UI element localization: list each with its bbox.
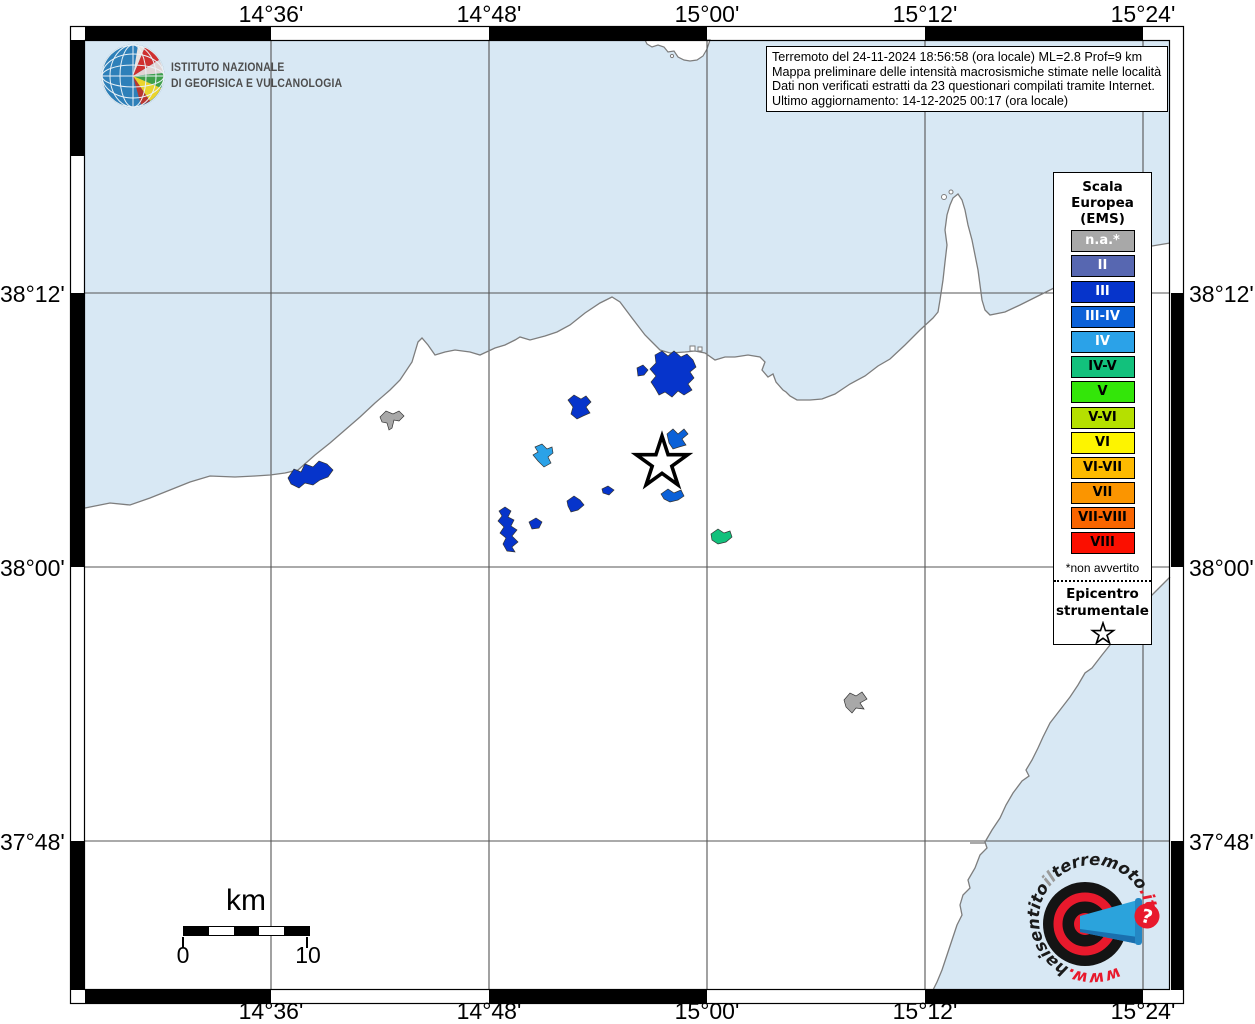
intensity-legend: Scala Europea (EMS) n.a.* II III III-IV … bbox=[1053, 172, 1152, 645]
axis-label-right: 37°48' bbox=[1189, 829, 1255, 856]
legend-epicenter-label: Epicentro strumentale bbox=[1054, 586, 1151, 619]
legend-swatch-vii-viii: VII-VIII bbox=[1071, 507, 1135, 529]
axis-label-bottom: 14°48' bbox=[439, 998, 539, 1024]
islet-dot bbox=[670, 54, 673, 57]
axis-label-bottom: 15°12' bbox=[875, 998, 975, 1024]
ingv-institute-name: ISTITUTO NAZIONALE DI GEOFISICA E VULCAN… bbox=[171, 60, 342, 92]
legend-swatch-vii: VII bbox=[1071, 482, 1135, 504]
info-line-map: Mappa preliminare delle intensità macros… bbox=[772, 65, 1162, 80]
axis-label-top: 14°48' bbox=[439, 1, 539, 28]
legend-swatch-iv-v: IV-V bbox=[1071, 356, 1135, 378]
legend-swatch-iii: III bbox=[1071, 281, 1135, 303]
town-polygon bbox=[650, 351, 696, 397]
scale-label-end: 10 bbox=[286, 942, 330, 969]
legend-swatch-viii: VIII bbox=[1071, 532, 1135, 554]
axis-label-bottom: 15°24' bbox=[1093, 998, 1193, 1024]
scale-bar-unit: km bbox=[206, 884, 286, 918]
earthquake-info-box: Terremoto del 24-11-2024 18:56:58 (ora l… bbox=[766, 46, 1168, 112]
axis-label-right: 38°12' bbox=[1189, 281, 1255, 308]
axis-label-right: 38°00' bbox=[1189, 555, 1255, 582]
scale-bar bbox=[183, 926, 310, 936]
ingv-name-line1: ISTITUTO NAZIONALE bbox=[171, 60, 342, 76]
legend-swatch-na: n.a.* bbox=[1071, 230, 1135, 252]
axis-label-left: 37°48' bbox=[0, 829, 64, 856]
axis-label-top: 14°36' bbox=[221, 1, 321, 28]
axis-label-top: 15°00' bbox=[657, 1, 757, 28]
legend-epicenter-star-icon bbox=[1090, 621, 1116, 645]
ingv-name-line2: DI GEOFISICA E VULCANOLOGIA bbox=[171, 76, 342, 92]
legend-divider bbox=[1054, 580, 1151, 582]
legend-swatch-iv: IV bbox=[1071, 331, 1135, 353]
cape-islet bbox=[949, 190, 953, 194]
axis-label-top: 15°12' bbox=[875, 1, 975, 28]
port-islet bbox=[690, 346, 695, 351]
info-line-data: Dati non verificati estratti da 23 quest… bbox=[772, 79, 1162, 94]
port-islet bbox=[698, 347, 702, 351]
legend-footnote: *non avvertito bbox=[1054, 561, 1151, 575]
scale-label-start: 0 bbox=[170, 942, 196, 969]
haisentito-logo: www.haisentitoilterremoto.it ? bbox=[1018, 844, 1168, 994]
seismic-intensity-map-page: 14°36' 14°48' 15°00' 15°12' 15°24' 14°36… bbox=[0, 0, 1255, 1024]
legend-swatch-v: V bbox=[1071, 381, 1135, 403]
axis-label-left: 38°00' bbox=[0, 555, 64, 582]
legend-swatch-vi: VI bbox=[1071, 432, 1135, 454]
legend-title: Scala Europea (EMS) bbox=[1054, 179, 1151, 227]
legend-swatch-vi-vii: VI-VII bbox=[1071, 457, 1135, 479]
axis-label-bottom: 15°00' bbox=[657, 998, 757, 1024]
legend-swatch-iii-iv: III-IV bbox=[1071, 306, 1135, 328]
axis-label-bottom: 14°36' bbox=[221, 998, 321, 1024]
legend-swatch-v-vi: V-VI bbox=[1071, 407, 1135, 429]
info-line-updated: Ultimo aggiornamento: 14-12-2025 00:17 (… bbox=[772, 94, 1162, 109]
legend-swatch-ii: II bbox=[1071, 255, 1135, 277]
axis-label-top: 15°24' bbox=[1093, 1, 1193, 28]
axis-label-left: 38°12' bbox=[0, 281, 64, 308]
cape-islet bbox=[942, 195, 947, 200]
ingv-globe-logo bbox=[100, 43, 166, 109]
info-line-event: Terremoto del 24-11-2024 18:56:58 (ora l… bbox=[772, 50, 1162, 65]
